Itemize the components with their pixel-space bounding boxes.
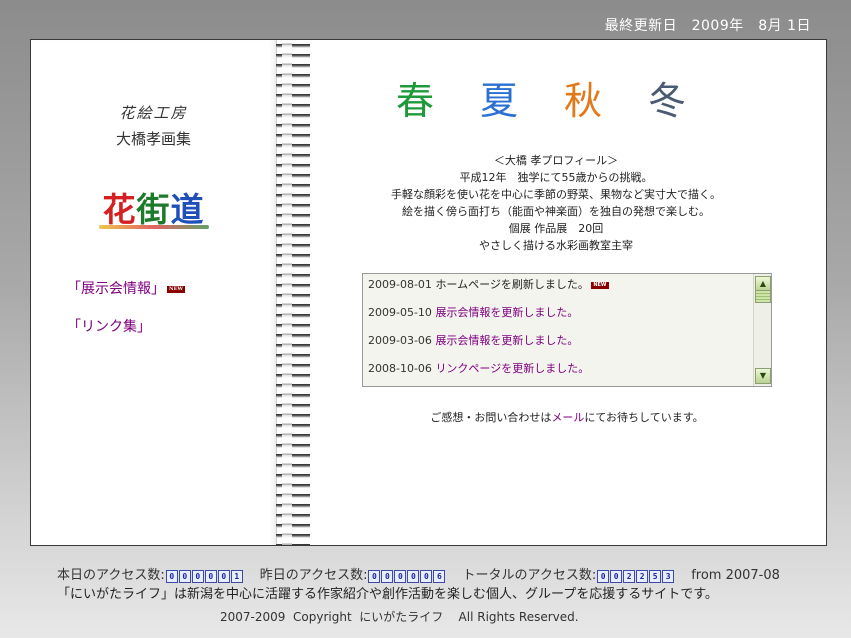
logo-swoosh bbox=[98, 225, 209, 229]
brand-title: 大橋孝画集 bbox=[115, 130, 191, 148]
brand-script-logo: 花絵工房 bbox=[119, 104, 188, 122]
counter-digit: 5 bbox=[649, 570, 662, 583]
nav-links-label[interactable]: 「リンク集」 bbox=[67, 319, 151, 335]
new-badge-icon: NEW bbox=[590, 281, 609, 289]
seasons-heading: 春夏秋冬 bbox=[396, 70, 732, 125]
today-access-label: 本日のアクセス数: bbox=[57, 568, 165, 583]
today-access-counter: 000001 bbox=[165, 568, 244, 583]
profile-line: 絵を描く傍ら面打ち（能面や神楽面）を独自の発想で楽しむ。 bbox=[402, 205, 710, 218]
nav-exhibition-info[interactable]: 「展示会情報」 NEW bbox=[67, 278, 185, 298]
counter-since: from 2007-08 bbox=[691, 568, 780, 583]
news-text: ホームページを刷新しました。 bbox=[435, 278, 589, 291]
news-date: 2009-05-10 bbox=[368, 306, 432, 319]
counter-digit: 2 bbox=[636, 570, 649, 583]
new-badge-icon: NEW bbox=[167, 285, 185, 293]
profile-line: やさしく描ける水彩画教室主宰 bbox=[479, 239, 633, 252]
contact-message: ご感想・お問い合わせはメールにてお待ちしています。 bbox=[362, 409, 772, 425]
counter-digit: 0 bbox=[368, 570, 381, 583]
nav-exhibition-label[interactable]: 「展示会情報」 bbox=[67, 281, 165, 297]
total-access-counter: 002253 bbox=[597, 568, 675, 583]
site-description: 「にいがたライフ」は新潟を中心に活躍する作家紹介や創作活動を楽しむ個人、グループ… bbox=[57, 587, 718, 602]
counter-digit: 1 bbox=[230, 570, 243, 583]
yesterday-access-label: 昨日のアクセス数: bbox=[259, 568, 368, 583]
scroll-down-arrow-icon[interactable]: ▼ bbox=[755, 368, 771, 384]
news-item[interactable]: 2008-10-06 リンクページを更新しました。 bbox=[368, 361, 753, 386]
counter-digit: 0 bbox=[610, 570, 623, 583]
mail-link[interactable]: メール bbox=[551, 411, 584, 424]
counter-digit: 3 bbox=[662, 570, 675, 583]
total-access-label: トータルのアクセス数: bbox=[462, 568, 597, 583]
profile-line: 平成12年 独学にて55歳からの挑戦。 bbox=[459, 171, 653, 184]
access-counters: 本日のアクセス数: 0 0 0 0 0 1 昨日のアクセス数: 0 0 0 0 0 6 トータルのアクセス数… bbox=[57, 564, 780, 583]
counter-digit: 0 bbox=[217, 570, 230, 583]
news-scrollbar[interactable]: ▲ ▼ bbox=[753, 274, 771, 386]
profile-text: ＜大橋 孝プロフィール＞ 平成12年 独学にて55歳からの挑戦。 手軽な顔彩を使… bbox=[361, 152, 751, 254]
news-date: 2008-10-06 bbox=[368, 362, 432, 375]
counter-digit: 0 bbox=[407, 570, 420, 583]
nav-links[interactable]: 「リンク集」 bbox=[67, 316, 151, 336]
news-item[interactable]: 2009-03-06 展示会情報を更新しました。 bbox=[368, 333, 753, 361]
news-item: 2009-08-01 ホームページを刷新しました。 NEW bbox=[368, 277, 753, 305]
news-link[interactable]: 展示会情報を更新しました。 bbox=[435, 306, 578, 319]
contact-before: ご感想・お問い合わせは bbox=[430, 411, 552, 424]
season-winter: 冬 bbox=[648, 79, 687, 123]
last-updated-date: 最終更新日 2009年 8月 1日 bbox=[604, 18, 811, 34]
news-date: 2009-08-01 bbox=[368, 278, 432, 291]
sidebar: 花絵工房 大橋孝画集 花街道 「展示会情報」 NEW 「リンク集」 bbox=[31, 40, 277, 545]
counter-digit: 0 bbox=[191, 570, 204, 583]
scrollbar-thumb[interactable] bbox=[755, 290, 771, 303]
contact-after: にてお待ちしています。 bbox=[584, 411, 704, 424]
profile-line: 個展 作品展 20回 bbox=[508, 222, 604, 235]
season-summer: 夏 bbox=[480, 79, 519, 123]
counter-digit: 0 bbox=[178, 570, 191, 583]
counter-digit: 0 bbox=[381, 570, 394, 583]
notebook-panel: 花絵工房 大橋孝画集 花街道 「展示会情報」 NEW 「リンク集」 春夏秋冬 ＜大… bbox=[30, 39, 827, 546]
news-item[interactable]: 2009-05-10 展示会情報を更新しました。 bbox=[368, 305, 753, 333]
news-link[interactable]: 展示会情報を更新しました。 bbox=[435, 334, 578, 347]
counter-digit: 0 bbox=[165, 570, 178, 583]
season-autumn: 秋 bbox=[564, 79, 603, 123]
news-link[interactable]: リンクページを更新しました。 bbox=[435, 362, 589, 375]
counter-digit: 6 bbox=[433, 570, 446, 583]
spiral-binding bbox=[276, 40, 310, 545]
logo-char: 花 bbox=[102, 190, 137, 229]
counter-digit: 2 bbox=[623, 570, 636, 583]
profile-heading: ＜大橋 孝プロフィール＞ bbox=[493, 154, 619, 167]
copyright: 2007-2009 Copyright にいがたライフ All Rights R… bbox=[220, 610, 579, 624]
yesterday-access-counter: 000006 bbox=[368, 568, 446, 583]
hanakaido-logo: 花街道 bbox=[31, 183, 276, 229]
news-date: 2009-03-06 bbox=[368, 334, 432, 347]
news-box[interactable]: 2009-08-01 ホームページを刷新しました。 NEW 2009-05-10 … bbox=[362, 273, 772, 387]
counter-digit: 0 bbox=[597, 570, 610, 583]
profile-line: 手軽な顔彩を使い花を中心に季節の野菜、果物など実寸大で描く。 bbox=[391, 188, 721, 201]
season-spring: 春 bbox=[396, 79, 435, 123]
logo-char: 道 bbox=[170, 190, 205, 229]
counter-digit: 0 bbox=[420, 570, 433, 583]
counter-digit: 0 bbox=[204, 570, 217, 583]
counter-digit: 0 bbox=[394, 570, 407, 583]
news-list: 2009-08-01 ホームページを刷新しました。 NEW 2009-05-10 … bbox=[363, 274, 753, 386]
logo-char: 街 bbox=[136, 190, 171, 229]
